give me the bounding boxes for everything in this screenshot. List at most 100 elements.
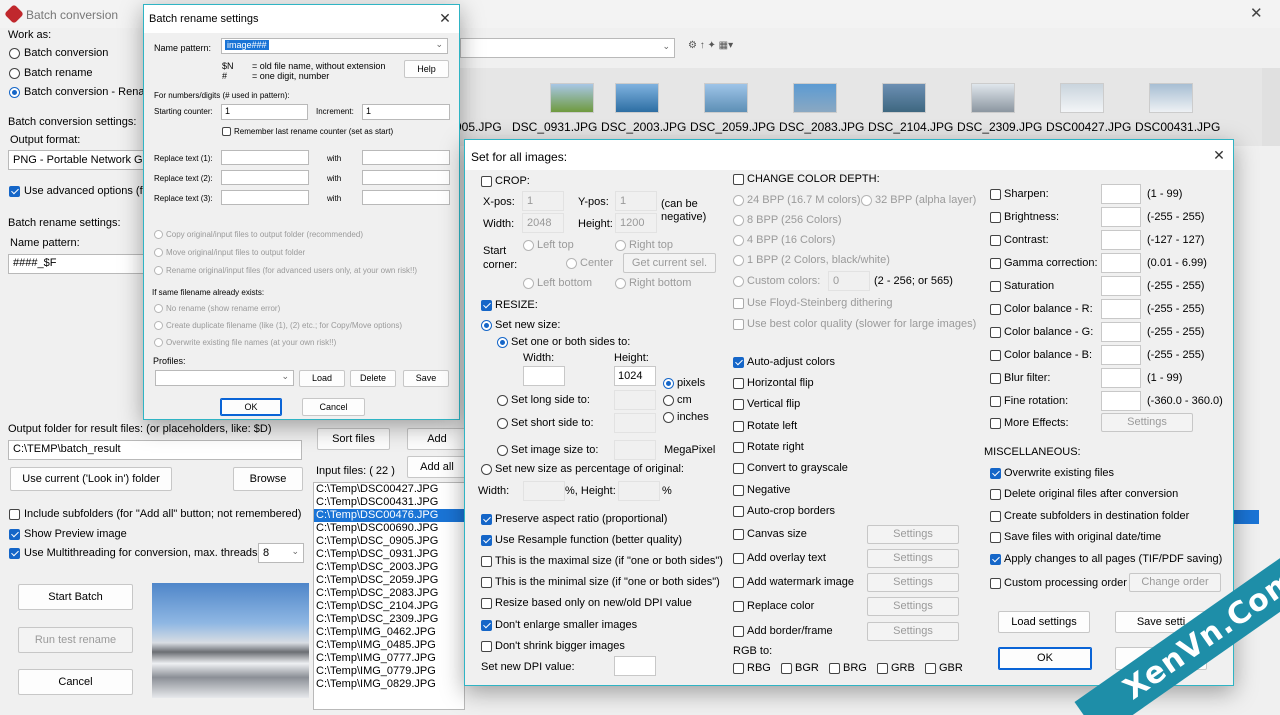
input-file-row[interactable]: C:\Temp\IMG_0485.JPG xyxy=(314,639,464,652)
pct-width-input[interactable] xyxy=(523,481,565,501)
rn-move-radio[interactable] xyxy=(154,248,163,257)
minimal-size-checkbox[interactable] xyxy=(481,577,492,588)
best-color-checkbox[interactable] xyxy=(733,319,744,330)
maximal-size-checkbox[interactable] xyxy=(481,556,492,567)
set-long-side-radio[interactable] xyxy=(497,395,508,406)
watermark-checkbox[interactable] xyxy=(733,577,744,588)
adjust-label[interactable]: Gamma correction: xyxy=(1004,257,1098,269)
bpp8-radio[interactable] xyxy=(733,215,744,226)
rotate-left-checkbox[interactable] xyxy=(733,421,744,432)
rn-copy-radio[interactable] xyxy=(154,230,163,239)
adjust-label[interactable]: Color balance - B: xyxy=(1004,349,1092,361)
rotate-right-label[interactable]: Rotate right xyxy=(747,441,804,453)
thumb-label[interactable]: DSC_0931.JPG xyxy=(512,120,597,134)
bpp4-radio[interactable] xyxy=(733,235,744,246)
floyd-label[interactable]: Use Floyd-Steinberg dithering xyxy=(747,297,893,309)
delete-original-checkbox[interactable] xyxy=(990,489,1001,500)
right-top-label[interactable]: Right top xyxy=(629,239,673,251)
adjust-input[interactable] xyxy=(1101,368,1141,388)
adjust-input[interactable] xyxy=(1101,345,1141,365)
overlay-text-label[interactable]: Add overlay text xyxy=(747,552,826,564)
center-label[interactable]: Center xyxy=(580,257,613,269)
border-frame-checkbox[interactable] xyxy=(733,626,744,637)
work-as-rename-radio[interactable] xyxy=(9,68,20,79)
more-effects-settings-button[interactable]: Settings xyxy=(1101,413,1193,432)
overwrite-files-label[interactable]: Overwrite existing files xyxy=(1004,467,1114,479)
rn-duplicate-radio[interactable] xyxy=(154,321,163,330)
resize-width-input[interactable] xyxy=(523,366,565,386)
maximal-size-label[interactable]: This is the maximal size (if "one or bot… xyxy=(495,555,723,567)
change-color-depth-checkbox[interactable] xyxy=(733,174,744,185)
browse-button[interactable]: Browse xyxy=(233,467,303,491)
canvas-size-checkbox[interactable] xyxy=(733,529,744,540)
pct-height-input[interactable] xyxy=(618,481,660,501)
set-percentage-radio[interactable] xyxy=(481,464,492,475)
adjust-checkbox[interactable] xyxy=(990,189,1001,200)
input-file-row[interactable]: C:\Temp\DSC00476.JPG xyxy=(314,509,464,522)
adjust-input[interactable] xyxy=(1101,391,1141,411)
adjust-input[interactable] xyxy=(1101,276,1141,296)
vertical-flip-label[interactable]: Vertical flip xyxy=(747,398,800,410)
set-image-size-label[interactable]: Set image size to: xyxy=(511,444,598,456)
adjust-input[interactable] xyxy=(1101,230,1141,250)
rotate-right-checkbox[interactable] xyxy=(733,442,744,453)
adjust-label[interactable]: Blur filter: xyxy=(1004,372,1050,384)
main-name-pattern-input[interactable]: ####_$F xyxy=(8,254,144,274)
input-file-row[interactable]: C:\Temp\DSC_2059.JPG xyxy=(314,574,464,587)
rn-remember-checkbox[interactable] xyxy=(222,127,231,136)
thumbnail[interactable] xyxy=(615,83,659,113)
rn-ok-button[interactable]: OK xyxy=(220,398,282,416)
adjust-label[interactable]: Sharpen: xyxy=(1004,188,1049,200)
thumbnail[interactable] xyxy=(971,83,1015,113)
adjust-checkbox[interactable] xyxy=(990,350,1001,361)
input-file-row[interactable]: C:\Temp\DSC_0931.JPG xyxy=(314,548,464,561)
adjust-input[interactable] xyxy=(1101,184,1141,204)
pixels-radio[interactable] xyxy=(663,378,674,389)
grayscale-checkbox[interactable] xyxy=(733,463,744,474)
thumbnail[interactable] xyxy=(882,83,926,113)
rn-help-button[interactable]: Help xyxy=(404,60,449,78)
set-percentage-label[interactable]: Set new size as percentage of original: xyxy=(495,463,684,475)
left-bottom-radio[interactable] xyxy=(523,278,534,289)
replace-color-settings-button[interactable]: Settings xyxy=(867,597,959,616)
resize-dpi-checkbox[interactable] xyxy=(481,598,492,609)
gbr-label[interactable]: GBR xyxy=(939,662,963,674)
rn-increment-input[interactable]: 1 xyxy=(362,104,450,120)
input-files-list[interactable]: C:\Temp\DSC00427.JPG C:\Temp\DSC00431.JPG… xyxy=(313,482,465,710)
change-order-button[interactable]: Change order xyxy=(1129,573,1221,592)
rn-overwrite-label[interactable]: Overwrite existing file names (at your o… xyxy=(166,338,336,347)
preserve-aspect-label[interactable]: Preserve aspect ratio (proportional) xyxy=(495,513,667,525)
input-file-row[interactable]: C:\Temp\DSC_2104.JPG xyxy=(314,600,464,613)
adjust-checkbox[interactable] xyxy=(990,212,1001,223)
floyd-checkbox[interactable] xyxy=(733,298,744,309)
set-short-side-label[interactable]: Set short side to: xyxy=(511,417,594,429)
grb-checkbox[interactable] xyxy=(877,663,888,674)
work-as-both-radio[interactable] xyxy=(9,87,20,98)
thumbnail[interactable] xyxy=(704,83,748,113)
set-short-side-radio[interactable] xyxy=(497,418,508,429)
rn-replace3-input[interactable] xyxy=(221,190,309,205)
more-effects-label[interactable]: More Effects: xyxy=(1004,417,1069,429)
overwrite-files-checkbox[interactable] xyxy=(990,468,1001,479)
rn-remember-label[interactable]: Remember last rename counter (set as sta… xyxy=(234,127,393,136)
adjust-input[interactable] xyxy=(1101,253,1141,273)
main-cancel-button[interactable]: Cancel xyxy=(18,669,133,695)
input-file-row[interactable]: C:\Temp\DSC_2083.JPG xyxy=(314,587,464,600)
left-top-radio[interactable] xyxy=(523,240,534,251)
show-preview-checkbox[interactable] xyxy=(9,529,20,540)
bpp1-radio[interactable] xyxy=(733,255,744,266)
overlay-text-checkbox[interactable] xyxy=(733,553,744,564)
adjust-label[interactable]: Brightness: xyxy=(1004,211,1059,223)
input-file-row[interactable]: C:\Temp\DSC00427.JPG xyxy=(314,483,464,496)
rn-replace1-input[interactable] xyxy=(221,150,309,165)
xpos-input[interactable]: 1 xyxy=(522,191,564,211)
ypos-input[interactable]: 1 xyxy=(615,191,657,211)
grb-label[interactable]: GRB xyxy=(891,662,915,674)
watermark-settings-button[interactable]: Settings xyxy=(867,573,959,592)
set-image-size-radio[interactable] xyxy=(497,445,508,456)
rn-profiles-select[interactable]: ⌄ xyxy=(155,370,294,386)
right-bottom-radio[interactable] xyxy=(615,278,626,289)
grayscale-label[interactable]: Convert to grayscale xyxy=(747,462,848,474)
input-file-row[interactable]: C:\Temp\IMG_0462.JPG xyxy=(314,626,464,639)
use-advanced-checkbox[interactable] xyxy=(9,186,20,197)
